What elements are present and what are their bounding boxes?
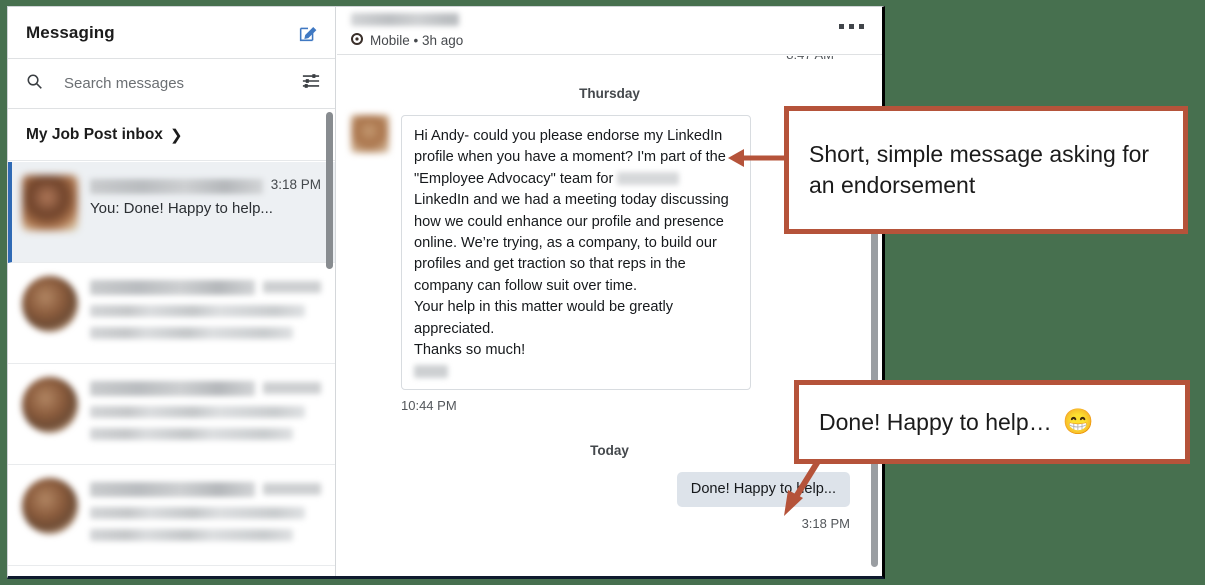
conversation-list[interactable]: 3:18 PM You: Done! Happy to help... (8, 162, 335, 576)
thread-presence-label: Mobile • 3h ago (370, 33, 464, 48)
list-item[interactable] (8, 465, 335, 566)
list-item-snippet-redacted (90, 507, 305, 519)
compose-edit-icon[interactable] (297, 22, 319, 44)
annotation-text: Short, simple message asking for an endo… (809, 141, 1150, 198)
job-post-inbox-link[interactable]: My Job Post inbox ❯ (8, 109, 335, 161)
incoming-message-bubble: Hi Andy- could you please endorse my Lin… (401, 115, 751, 391)
page-title: Messaging (26, 22, 115, 42)
message-text-line-2: Your help in this matter would be greatl… (414, 299, 674, 337)
avatar (22, 478, 78, 534)
list-item-topline (90, 480, 321, 497)
avatar (22, 175, 78, 231)
list-item[interactable]: 3:18 PM You: Done! Happy to help... (8, 162, 335, 263)
list-item-topline: 3:18 PM (90, 177, 321, 194)
grinning-face-emoji: 😁 (1062, 407, 1094, 436)
list-item-time-redacted (263, 483, 321, 495)
list-item-time: 3:18 PM (270, 177, 321, 192)
avatar (22, 276, 78, 332)
search-row (8, 59, 335, 109)
message-text-line-3: Thanks so much! (414, 342, 526, 359)
list-item-time-redacted (263, 382, 321, 394)
filter-sliders-icon[interactable] (301, 72, 321, 95)
list-item-snippet-redacted (90, 428, 294, 440)
avatar (22, 377, 78, 433)
list-item[interactable] (8, 364, 335, 465)
list-item-body: 3:18 PM You: Done! Happy to help... (90, 175, 321, 262)
more-options-icon[interactable] (839, 24, 864, 29)
sidebar-scrollbar[interactable] (326, 112, 333, 269)
screenshot-panel: Messaging Search messages My Job Post in… (7, 6, 885, 579)
list-item[interactable] (8, 263, 335, 364)
messaging-sidebar: Messaging Search messages My Job Post in… (8, 7, 336, 576)
sidebar-header: Messaging (8, 7, 335, 59)
dot (849, 24, 854, 29)
list-item-topline (90, 278, 321, 295)
list-item-topline (90, 379, 321, 396)
list-item-snippet-redacted (90, 529, 294, 541)
avatar (351, 115, 389, 153)
contact-name-redacted (90, 482, 255, 497)
list-item-snippet-redacted (90, 305, 305, 317)
thread-contact-name-redacted (351, 13, 459, 26)
contact-name-redacted (90, 179, 263, 194)
list-item-body (90, 377, 321, 464)
message-text-part-1: Hi Andy- could you please endorse my Lin… (414, 128, 726, 187)
list-item-body (90, 478, 321, 565)
thread-presence: Mobile • 3h ago (351, 33, 864, 48)
contact-name-redacted (90, 381, 255, 396)
clipped-timestamp: 8:47 AM (786, 56, 834, 62)
thread-header: Mobile • 3h ago (337, 7, 882, 55)
annotation-text: Done! Happy to help… (819, 408, 1052, 435)
job-post-inbox-label: My Job Post inbox (26, 125, 163, 143)
list-item-time-redacted (263, 281, 321, 293)
contact-name-redacted (90, 280, 255, 295)
annotation-callout-endorsement: Short, simple message asking for an endo… (784, 106, 1188, 234)
list-item-snippet-redacted (90, 406, 305, 418)
dot (859, 24, 864, 29)
day-separator: Thursday (579, 86, 640, 101)
annotation-text-row: Done! Happy to help… 😁 (819, 407, 1094, 438)
message-text-part-2: LinkedIn and we had a meeting today disc… (414, 192, 729, 294)
chevron-right-icon: ❯ (169, 126, 183, 144)
page-root: Messaging Search messages My Job Post in… (0, 0, 1205, 585)
list-item-body (90, 276, 321, 363)
company-name-redacted (617, 171, 680, 185)
search-input[interactable] (62, 74, 301, 93)
mobile-presence-icon (351, 33, 370, 48)
list-item-snippet-redacted (90, 327, 294, 339)
list-item-snippet: You: Done! Happy to help... (90, 200, 273, 217)
dot (839, 24, 844, 29)
annotation-callout-reply: Done! Happy to help… 😁 (794, 380, 1190, 464)
signature-redacted (414, 365, 448, 379)
search-icon (26, 73, 43, 95)
